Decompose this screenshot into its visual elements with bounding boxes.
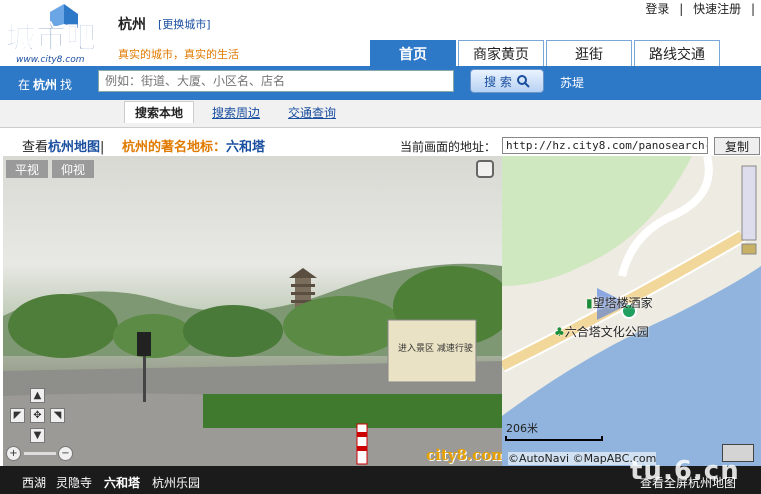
view-up-button[interactable]: 仰视: [52, 160, 94, 178]
top-links: 登录 | 快速注册 |: [639, 0, 755, 17]
search-icon: [516, 75, 530, 88]
subtab-nearby-search[interactable]: 搜索周边: [212, 104, 260, 121]
view-level-button[interactable]: 平视: [6, 160, 48, 178]
fullscreen-toggle[interactable]: [476, 160, 494, 178]
poi-restaurant[interactable]: ▮望塔楼酒家: [586, 294, 653, 311]
site-logo[interactable]: 城市吧 www.city8.com: [4, 4, 114, 65]
login-link[interactable]: 登录: [645, 2, 669, 16]
search-input[interactable]: [98, 70, 454, 92]
street-panorama[interactable]: 进入景区 减速行驶: [3, 156, 502, 466]
main-tabs: 首页 商家黄页 逛街 路线交通: [370, 40, 722, 67]
pan-down-icon[interactable]: ▼: [30, 428, 45, 443]
tab-home[interactable]: 首页: [370, 40, 456, 67]
poi-pin-icon: ▮: [586, 296, 593, 310]
address-field[interactable]: http://hz.city8.com/panosearch-pi: [502, 137, 708, 154]
search-scope-label: 在杭州找: [18, 78, 73, 92]
landmark-xihu[interactable]: 西湖: [22, 474, 46, 491]
pan-up-icon[interactable]: ▲: [30, 388, 45, 403]
address-label: 当前画面的地址：: [400, 140, 497, 154]
landmark-lingyin[interactable]: 灵隐寺: [56, 474, 92, 491]
tu6-watermark: tu.6.cn: [630, 456, 740, 486]
map-scale-label: 206米: [506, 422, 538, 435]
subtab-local-search[interactable]: 搜索本地: [124, 101, 195, 123]
search-button[interactable]: 搜 索: [470, 69, 544, 93]
zoom-slider[interactable]: [24, 452, 56, 455]
poi-park[interactable]: ♣六合塔文化公园: [554, 323, 649, 340]
subtab-traffic-query[interactable]: 交通查询: [288, 104, 336, 121]
zoom-out-icon[interactable]: −: [58, 446, 73, 461]
search-subtabs: [0, 100, 761, 128]
divider: |: [750, 2, 755, 16]
city8-watermark: city8.com: [426, 446, 508, 464]
landmark-park[interactable]: 杭州乐园: [152, 474, 200, 491]
tree-icon: ♣: [554, 325, 565, 339]
tab-route-traffic[interactable]: 路线交通: [634, 40, 720, 67]
zoom-in-icon[interactable]: +: [6, 446, 21, 461]
tab-yellow-pages[interactable]: 商家黄页: [458, 40, 544, 67]
map-scale-bar: [505, 436, 603, 441]
pan-upright-icon[interactable]: ◥: [50, 408, 65, 423]
landmark-label: 杭州的著名地标：六和塔: [122, 140, 266, 155]
street-map[interactable]: [502, 156, 761, 466]
register-link[interactable]: 快速注册: [693, 2, 741, 16]
divider: |: [679, 2, 684, 16]
pan-center-icon[interactable]: ✥: [30, 408, 45, 423]
change-city-link[interactable]: [更换城市]: [158, 16, 211, 32]
search-hint[interactable]: 苏堤: [560, 74, 584, 91]
current-city: 杭州: [118, 17, 146, 33]
logo-text: 城市吧: [6, 21, 96, 56]
landmark-liuhe[interactable]: 六和塔: [104, 474, 140, 491]
view-map-link[interactable]: 查看杭州地图|: [22, 136, 104, 155]
tab-shopping[interactable]: 逛街: [546, 40, 632, 67]
svg-text:进入景区 减速行驶: 进入景区 减速行驶: [398, 342, 473, 354]
copy-button[interactable]: 复制: [714, 137, 760, 155]
landmark-name: 六和塔: [226, 140, 266, 155]
logo-url: www.city8.com: [16, 55, 85, 64]
slogan: 真实的城市，真实的生活: [118, 48, 239, 61]
pan-upleft-icon[interactable]: ◤: [10, 408, 25, 423]
